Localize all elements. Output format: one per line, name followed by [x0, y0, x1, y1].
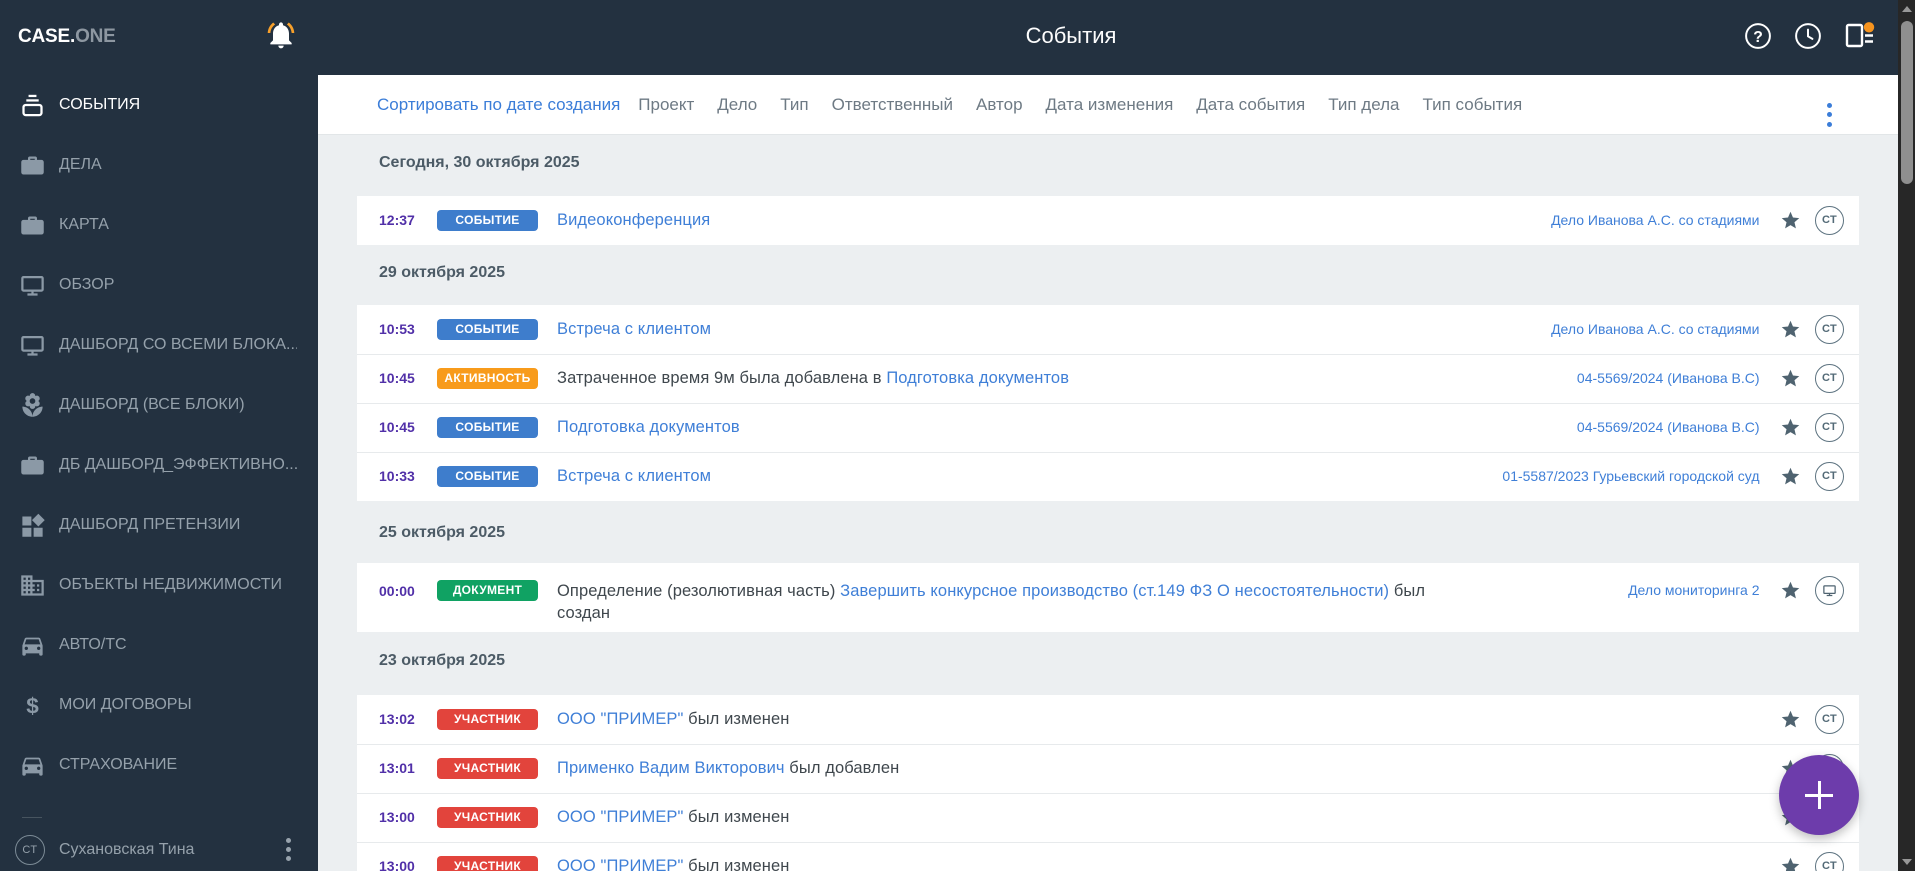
svg-text:$: $ — [26, 693, 39, 718]
svg-text:?: ? — [1753, 29, 1763, 46]
